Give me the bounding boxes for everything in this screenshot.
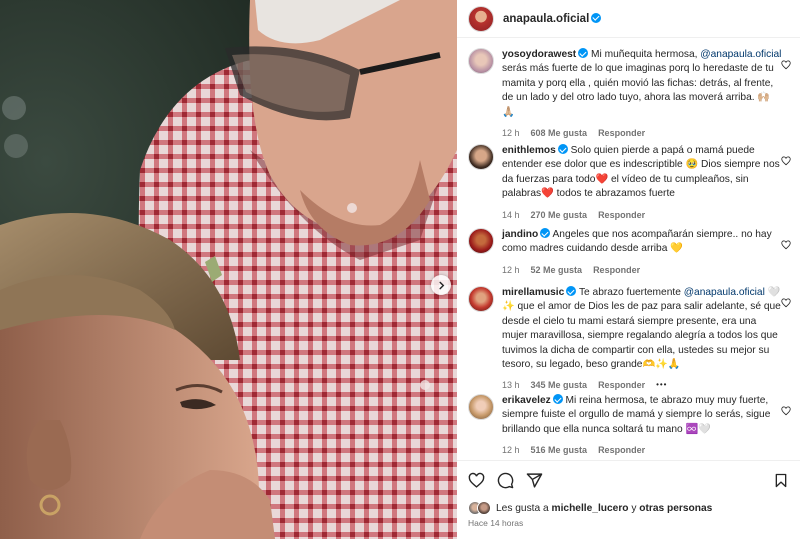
- author-name-text[interactable]: anapaula.oficial: [503, 13, 589, 25]
- bookmark-icon[interactable]: [773, 472, 789, 489]
- more-options-icon[interactable]: •••: [656, 378, 667, 392]
- verified-badge-icon: [578, 48, 589, 58]
- author-avatar[interactable]: [468, 5, 494, 32]
- comment-text: mirellamusic Te abrazo fuertemente @anap…: [502, 286, 784, 372]
- verified-badge-icon: [566, 286, 577, 296]
- share-icon[interactable]: [526, 472, 543, 489]
- comment-time[interactable]: 13 h: [502, 378, 520, 392]
- likes-prefix: Les gusta a: [496, 502, 552, 514]
- comment-username[interactable]: enithlemos: [502, 145, 556, 156]
- like-comment-heart-icon[interactable]: [781, 298, 791, 308]
- comment-text-part: 🤍✨ que el amor de Dios les de paz para s…: [502, 287, 781, 371]
- comment-username[interactable]: jandino: [502, 229, 538, 240]
- comment-likes[interactable]: 608 Me gusta: [531, 126, 588, 140]
- liker-username[interactable]: michelle_lucero: [552, 503, 629, 514]
- photo-illustration: [0, 0, 457, 539]
- comment-time[interactable]: 12 h: [502, 126, 520, 140]
- other-likers-link[interactable]: otras personas: [639, 503, 712, 514]
- comment-likes[interactable]: 345 Me gusta: [531, 378, 588, 392]
- commenter-avatar[interactable]: [468, 144, 494, 170]
- comment-text-part: Mi muñequita hermosa,: [588, 49, 701, 60]
- likes-middle: y: [628, 502, 640, 514]
- reply-button[interactable]: Responder: [598, 378, 645, 392]
- likes-summary: Les gusta a michelle_lucero y otras pers…: [468, 501, 712, 515]
- comment-body: jandino Angeles que nos acompañarán siem…: [502, 228, 784, 277]
- comment-time[interactable]: 12 h: [502, 443, 520, 457]
- mention-link[interactable]: @anapaula.oficial: [684, 287, 765, 298]
- comment-body: yosoydorawest Mi muñequita hermosa, @ana…: [502, 48, 784, 140]
- comment-time[interactable]: 12 h: [502, 263, 520, 277]
- commenter-avatar[interactable]: [468, 228, 494, 254]
- comment-time[interactable]: 14 h: [502, 208, 520, 222]
- commenter-avatar[interactable]: [468, 394, 494, 420]
- author-username[interactable]: anapaula.oficial: [503, 12, 602, 25]
- verified-badge-icon: [591, 12, 602, 23]
- comment-meta: 12 h 516 Me gusta Responder: [502, 443, 784, 457]
- chevron-right-icon: [438, 281, 444, 289]
- comment-meta: 14 h 270 Me gusta Responder: [502, 208, 784, 222]
- verified-badge-icon: [540, 228, 551, 238]
- verified-badge-icon: [552, 394, 563, 404]
- comment-likes[interactable]: 516 Me gusta: [531, 443, 588, 457]
- post-header: anapaula.oficial: [457, 0, 800, 38]
- action-icons: [468, 472, 543, 489]
- comment-body: enithlemos Solo quien pierde a papá o ma…: [502, 144, 784, 222]
- comment-text: erikavelez Mi reina hermosa, te abrazo m…: [502, 394, 784, 437]
- posted-time[interactable]: Hace 14 horas: [468, 518, 523, 528]
- comment-body: mirellamusic Te abrazo fuertemente @anap…: [502, 286, 784, 393]
- post-photo: [0, 0, 457, 539]
- commenter-avatar[interactable]: [468, 286, 494, 312]
- next-image-button[interactable]: [431, 275, 451, 295]
- reply-button[interactable]: Responder: [598, 443, 645, 457]
- comment-likes[interactable]: 52 Me gusta: [531, 263, 583, 277]
- comment-body: erikavelez Mi reina hermosa, te abrazo m…: [502, 394, 784, 458]
- comment-text: yosoydorawest Mi muñequita hermosa, @ana…: [502, 48, 784, 120]
- like-comment-heart-icon[interactable]: [781, 240, 791, 250]
- comment-username[interactable]: yosoydorawest: [502, 49, 576, 60]
- like-comment-heart-icon[interactable]: [781, 156, 791, 166]
- comment-meta: 12 h 52 Me gusta Responder: [502, 263, 784, 277]
- comments-list: yosoydorawest Mi muñequita hermosa, @ana…: [457, 38, 800, 460]
- heart-icon[interactable]: [468, 472, 485, 489]
- comment-username[interactable]: mirellamusic: [502, 287, 564, 298]
- reply-button[interactable]: Responder: [598, 208, 645, 222]
- comment-text: enithlemos Solo quien pierde a papá o ma…: [502, 144, 784, 202]
- verified-badge-icon: [557, 144, 568, 154]
- liker-avatar[interactable]: [477, 501, 491, 515]
- mention-link[interactable]: @anapaula.oficial: [700, 49, 781, 60]
- comment-username[interactable]: erikavelez: [502, 395, 551, 406]
- comment-text: jandino Angeles que nos acompañarán siem…: [502, 228, 784, 257]
- reply-button[interactable]: Responder: [593, 263, 640, 277]
- post-side-panel: anapaula.oficial yosoydorawest Mi muñequ…: [457, 0, 800, 539]
- post-actions: Les gusta a michelle_lucero y otras pers…: [457, 460, 800, 539]
- comment-meta: 12 h 608 Me gusta Responder: [502, 126, 784, 140]
- comment-meta: 13 h 345 Me gusta Responder •••: [502, 378, 784, 392]
- comment-likes[interactable]: 270 Me gusta: [531, 208, 588, 222]
- comment-text-part: Te abrazo fuertemente: [576, 287, 684, 298]
- like-comment-heart-icon[interactable]: [781, 406, 791, 416]
- likes-text: Les gusta a michelle_lucero y otras pers…: [496, 503, 712, 514]
- comment-icon[interactable]: [497, 472, 514, 489]
- commenter-avatar[interactable]: [468, 48, 494, 74]
- comment-text-part: serás más fuerte de lo que imaginas porq…: [502, 63, 774, 118]
- reply-button[interactable]: Responder: [598, 126, 645, 140]
- like-comment-heart-icon[interactable]: [781, 60, 791, 70]
